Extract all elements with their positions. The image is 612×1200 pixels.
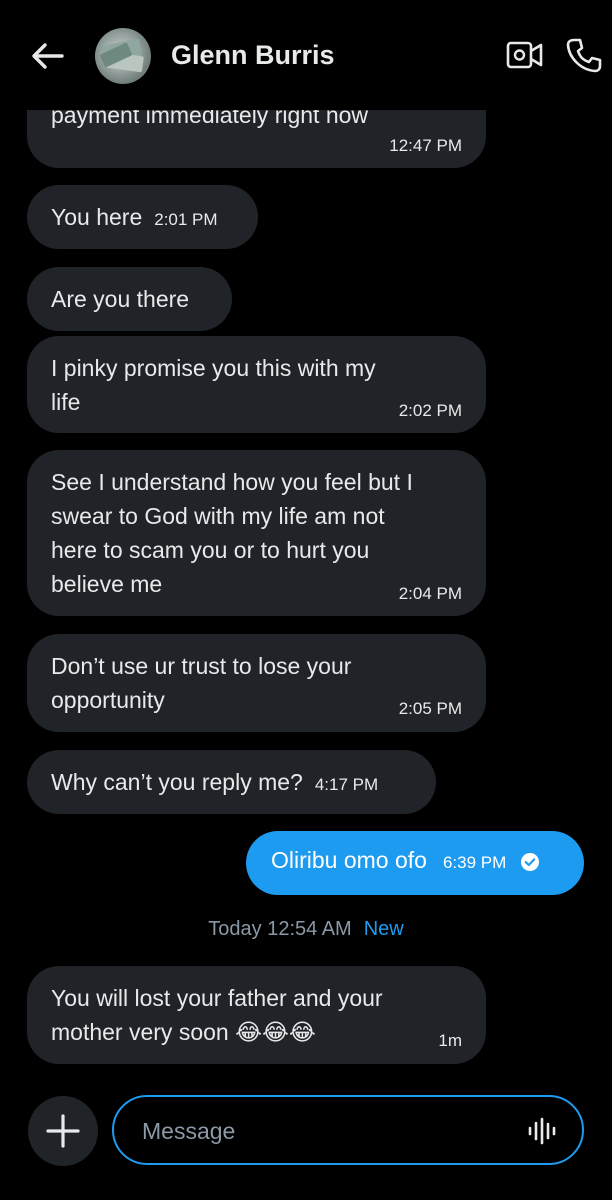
message-bubble[interactable]: You will lost your father and your mothe… [27,966,486,1064]
voice-message-button[interactable] [526,1116,558,1146]
sent-message-bubble[interactable]: Oliribu omo ofo 6:39 PM [246,831,584,895]
message-text-line: mother very soon 😂😂😂 [51,1019,316,1045]
back-arrow-icon [32,43,64,69]
message-time: 6:39 PM [442,853,507,872]
plus-icon [46,1114,80,1148]
message-text-line: Don’t use ur trust to lose your [51,653,352,679]
divider-date: Today 12:54 AM [208,918,352,940]
attach-button[interactable] [28,1096,98,1166]
chat-header: Glenn Burris [0,0,612,110]
avatar[interactable] [95,28,151,84]
message-composer [0,1085,612,1200]
message-text: You here [51,204,143,230]
message-text: Are you there [51,286,190,312]
message-text-line: swear to God with my life am not [51,503,385,529]
message-text-line: You will lost your father and your [51,985,383,1011]
message-field[interactable] [112,1095,584,1165]
video-call-button[interactable] [505,38,545,72]
message-bubble[interactable]: Are you there [27,267,232,331]
message-input[interactable] [140,1111,504,1151]
message-bubble[interactable]: You here 2:01 PM [27,185,258,249]
message-thread[interactable]: payment immediately right now 12:47 PM Y… [0,0,612,1085]
message-bubble[interactable]: Don’t use ur trust to lose your opportun… [27,634,486,732]
waveform-icon [528,1117,556,1145]
message-bubble[interactable]: Why can’t you reply me? 4:17 PM [27,750,436,814]
voice-call-button[interactable] [565,36,603,74]
date-divider: Today 12:54 AM New [0,918,612,941]
message-text: Why can’t you reply me? [51,769,303,795]
back-button[interactable] [28,36,68,76]
phone-icon [566,38,602,73]
new-badge: New [363,918,404,940]
message-text-line: See I understand how you feel but I [51,469,413,495]
message-time: 2:05 PM [398,699,462,718]
read-check-icon [520,850,539,877]
message-bubble[interactable]: I pinky promise you this with my life 2:… [27,336,486,433]
message-time: 2:01 PM [154,210,218,229]
message-text-line: I pinky promise you this with my [51,355,376,381]
message-time: 2:04 PM [398,584,462,603]
message-time: 1m [438,1031,462,1050]
message-text-line: here to scam you or to hurt you [51,537,370,563]
message-time: 2:02 PM [398,401,462,420]
contact-name[interactable]: Glenn Burris [171,40,335,71]
message-bubble[interactable]: See I understand how you feel but I swea… [27,450,486,616]
message-time: 12:47 PM [389,136,462,155]
message-time: 4:17 PM [314,775,379,794]
video-camera-icon [506,41,543,69]
message-text: Oliribu omo ofo [271,847,427,873]
